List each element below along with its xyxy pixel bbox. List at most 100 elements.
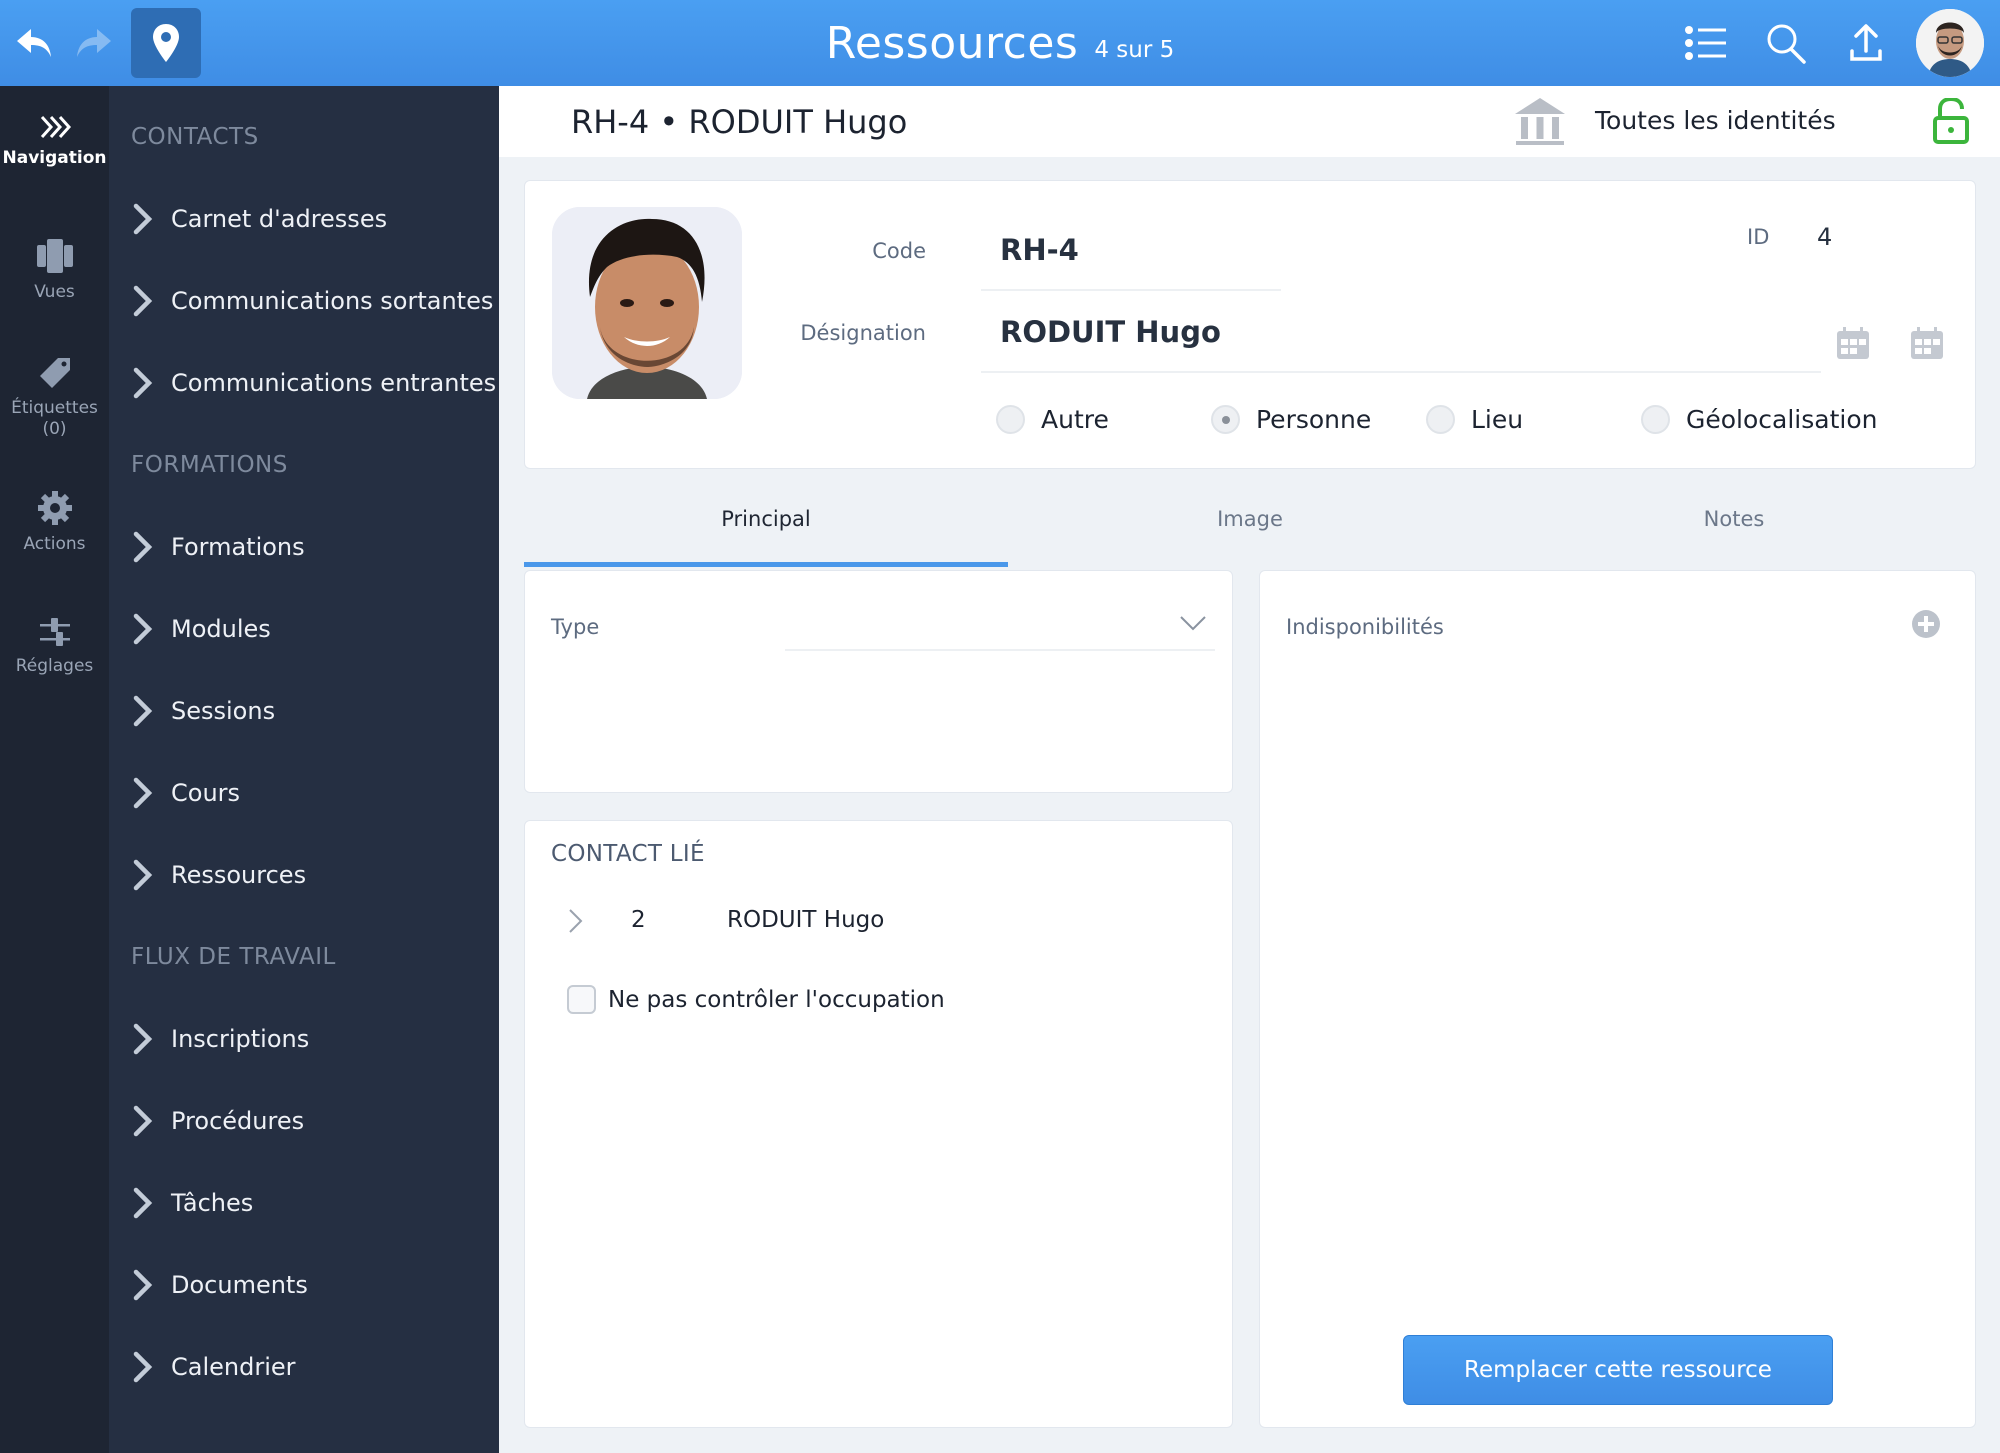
navigation-sidebar: CONTACTS Carnet d'adresses Communication… [109,86,499,1453]
chevron-down-icon [1180,616,1206,631]
active-tab-indicator [524,562,1008,567]
nav-item-formations[interactable]: Formations [131,527,305,567]
resource-photo[interactable] [552,207,742,399]
record-header: RH-4 • RODUIT Hugo Toutes les identités [499,86,2000,157]
rail-item-actions[interactable]: Actions [0,490,109,555]
linked-contact-id: 2 [631,907,646,933]
linked-contact-card: CONTACT LIÉ 2 RODUIT Hugo Ne pas contrôl… [524,820,1233,1428]
nav-section-contacts: CONTACTS [131,124,259,150]
tab-principal[interactable]: Principal [524,470,1008,568]
radio-circle [996,405,1025,434]
undo-button[interactable] [12,22,58,64]
code-label: Code [872,239,926,263]
map-pin-icon [153,24,179,62]
search-button[interactable] [1758,18,1814,68]
linked-contact-row[interactable]: 2 RODUIT Hugo [551,899,1191,943]
type-select[interactable] [785,601,1215,651]
chevron-right-icon [133,1187,153,1219]
chevron-right-icon [133,1105,153,1137]
nav-item-modules[interactable]: Modules [131,609,271,649]
radio-lieu[interactable]: Lieu [1426,405,1523,434]
record-title: RH-4 • RODUIT Hugo [571,103,908,141]
user-avatar[interactable] [1916,9,1984,77]
calendar-icon[interactable] [1836,326,1870,360]
gear-icon [37,491,72,525]
code-underline [981,289,1281,291]
type-label: Type [551,615,600,639]
tag-icon [39,358,70,388]
page-title: Ressources [825,17,1079,69]
rail-label-actions: Actions [23,534,86,554]
add-circle-icon[interactable] [1911,609,1941,639]
nav-item-communications-sortantes[interactable]: Communications sortantes [131,281,493,321]
chevron-right-icon [133,285,153,317]
rail-item-etiquettes[interactable]: Étiquettes (0) [0,356,109,440]
rail-label-etiquettes: Étiquettes (0) [11,398,98,439]
nav-item-documents[interactable]: Documents [131,1265,308,1305]
radio-circle [1641,405,1670,434]
nav-section-flux-de-travail: FLUX DE TRAVAIL [131,944,336,970]
nav-item-cours[interactable]: Cours [131,773,240,813]
unlock-icon[interactable] [1931,98,1971,144]
replace-resource-button[interactable]: Remplacer cette ressource [1403,1335,1833,1405]
no-occupancy-check-checkbox[interactable]: Ne pas contrôler l'occupation [567,985,945,1014]
type-card: Type [524,570,1233,793]
map-pin-button[interactable] [131,8,201,78]
rail-label-vues: Vues [34,282,75,302]
checkbox-box[interactable] [567,985,596,1014]
nav-item-ressources[interactable]: Ressources [131,855,306,895]
designation-label: Désignation [800,321,926,345]
chevron-right-icon [133,531,153,563]
tab-image[interactable]: Image [1008,470,1492,568]
user-avatar-icon [1916,9,1984,77]
nav-item-calendrier[interactable]: Calendrier [131,1347,296,1387]
calendar-icon[interactable] [1910,326,1944,360]
unavailability-title: Indisponibilités [1286,615,1444,639]
chevron-right-icon [133,1351,153,1383]
nav-item-taches[interactable]: Tâches [131,1183,253,1223]
record-position: 4 sur 5 [1094,37,1175,63]
identity-building-icon[interactable] [1513,96,1567,146]
record-tabs: Principal Image Notes [524,470,1976,568]
nav-item-communications-entrantes[interactable]: Communications entrantes [131,363,496,403]
radio-personne[interactable]: Personne [1211,405,1371,434]
double-chevron-right-icon [40,115,71,139]
radio-geolocalisation[interactable]: Géolocalisation [1641,405,1877,434]
upload-button[interactable] [1838,18,1894,68]
search-icon [1767,24,1806,64]
nav-section-formations: FORMATIONS [131,452,288,478]
chevron-right-icon [133,367,153,399]
rail-item-navigation[interactable]: Navigation [0,114,109,169]
code-field[interactable]: RH-4 [1000,233,1079,267]
linked-contact-title: CONTACT LIÉ [551,841,705,867]
person-photo-icon [552,207,742,399]
nav-item-carnet-adresses[interactable]: Carnet d'adresses [131,199,387,239]
id-value: 4 [1817,223,1833,251]
chevron-right-icon [133,859,153,891]
designation-underline [981,371,1821,373]
nav-item-inscriptions[interactable]: Inscriptions [131,1019,309,1059]
identities-selector[interactable]: Toutes les identités [1595,106,1836,135]
list-view-button[interactable] [1678,20,1734,66]
radio-circle [1426,405,1455,434]
views-icon [36,239,73,273]
designation-field[interactable]: RODUIT Hugo [1000,315,1221,349]
sliders-icon [39,618,70,646]
linked-contact-name: RODUIT Hugo [727,907,885,933]
rail-item-reglages[interactable]: Réglages [0,616,109,677]
chevron-right-icon [133,695,153,727]
rail-item-vues[interactable]: Vues [0,238,109,303]
radio-autre[interactable]: Autre [996,405,1109,434]
nav-item-procedures[interactable]: Procédures [131,1101,304,1141]
unavailability-card: Indisponibilités Remplacer cette ressour… [1259,570,1976,1428]
tab-notes[interactable]: Notes [1492,470,1976,568]
chevron-right-icon [569,909,583,933]
id-label: ID [1747,225,1770,249]
nav-item-sessions[interactable]: Sessions [131,691,275,731]
top-bar: Ressources 4 sur 5 [0,0,2000,86]
chevron-right-icon [133,1023,153,1055]
radio-circle-checked [1211,405,1240,434]
redo-button[interactable] [70,22,116,64]
rail-label-reglages: Réglages [15,656,94,676]
upload-icon [1850,24,1882,61]
